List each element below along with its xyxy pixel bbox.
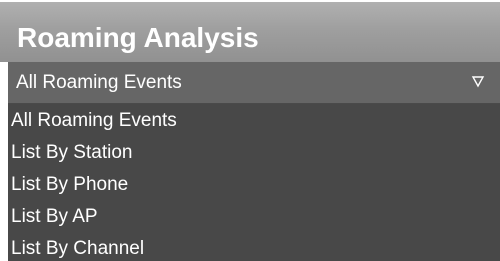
option-label: All Roaming Events	[11, 110, 177, 131]
roaming-analysis-panel: Roaming Analysis All Roaming Events All …	[0, 0, 500, 261]
option-list-by-station[interactable]: List By Station	[8, 136, 500, 168]
option-label: List By AP	[11, 206, 98, 227]
roaming-filter-select[interactable]: All Roaming Events	[8, 62, 500, 104]
option-all-roaming-events[interactable]: All Roaming Events	[8, 104, 500, 136]
option-list-by-channel[interactable]: List By Channel	[8, 232, 500, 261]
option-list-by-phone[interactable]: List By Phone	[8, 168, 500, 200]
option-label: List By Station	[11, 142, 133, 163]
selected-value: All Roaming Events	[16, 72, 182, 93]
option-label: List By Channel	[11, 238, 145, 259]
option-label: List By Phone	[11, 174, 129, 195]
triangle-down-icon[interactable]	[471, 71, 485, 91]
option-list-by-ap[interactable]: List By AP	[8, 200, 500, 232]
panel-title: Roaming Analysis	[17, 22, 259, 53]
panel-header: Roaming Analysis	[0, 2, 500, 62]
dropdown-options-list: All Roaming Events List By Station List …	[8, 104, 500, 261]
